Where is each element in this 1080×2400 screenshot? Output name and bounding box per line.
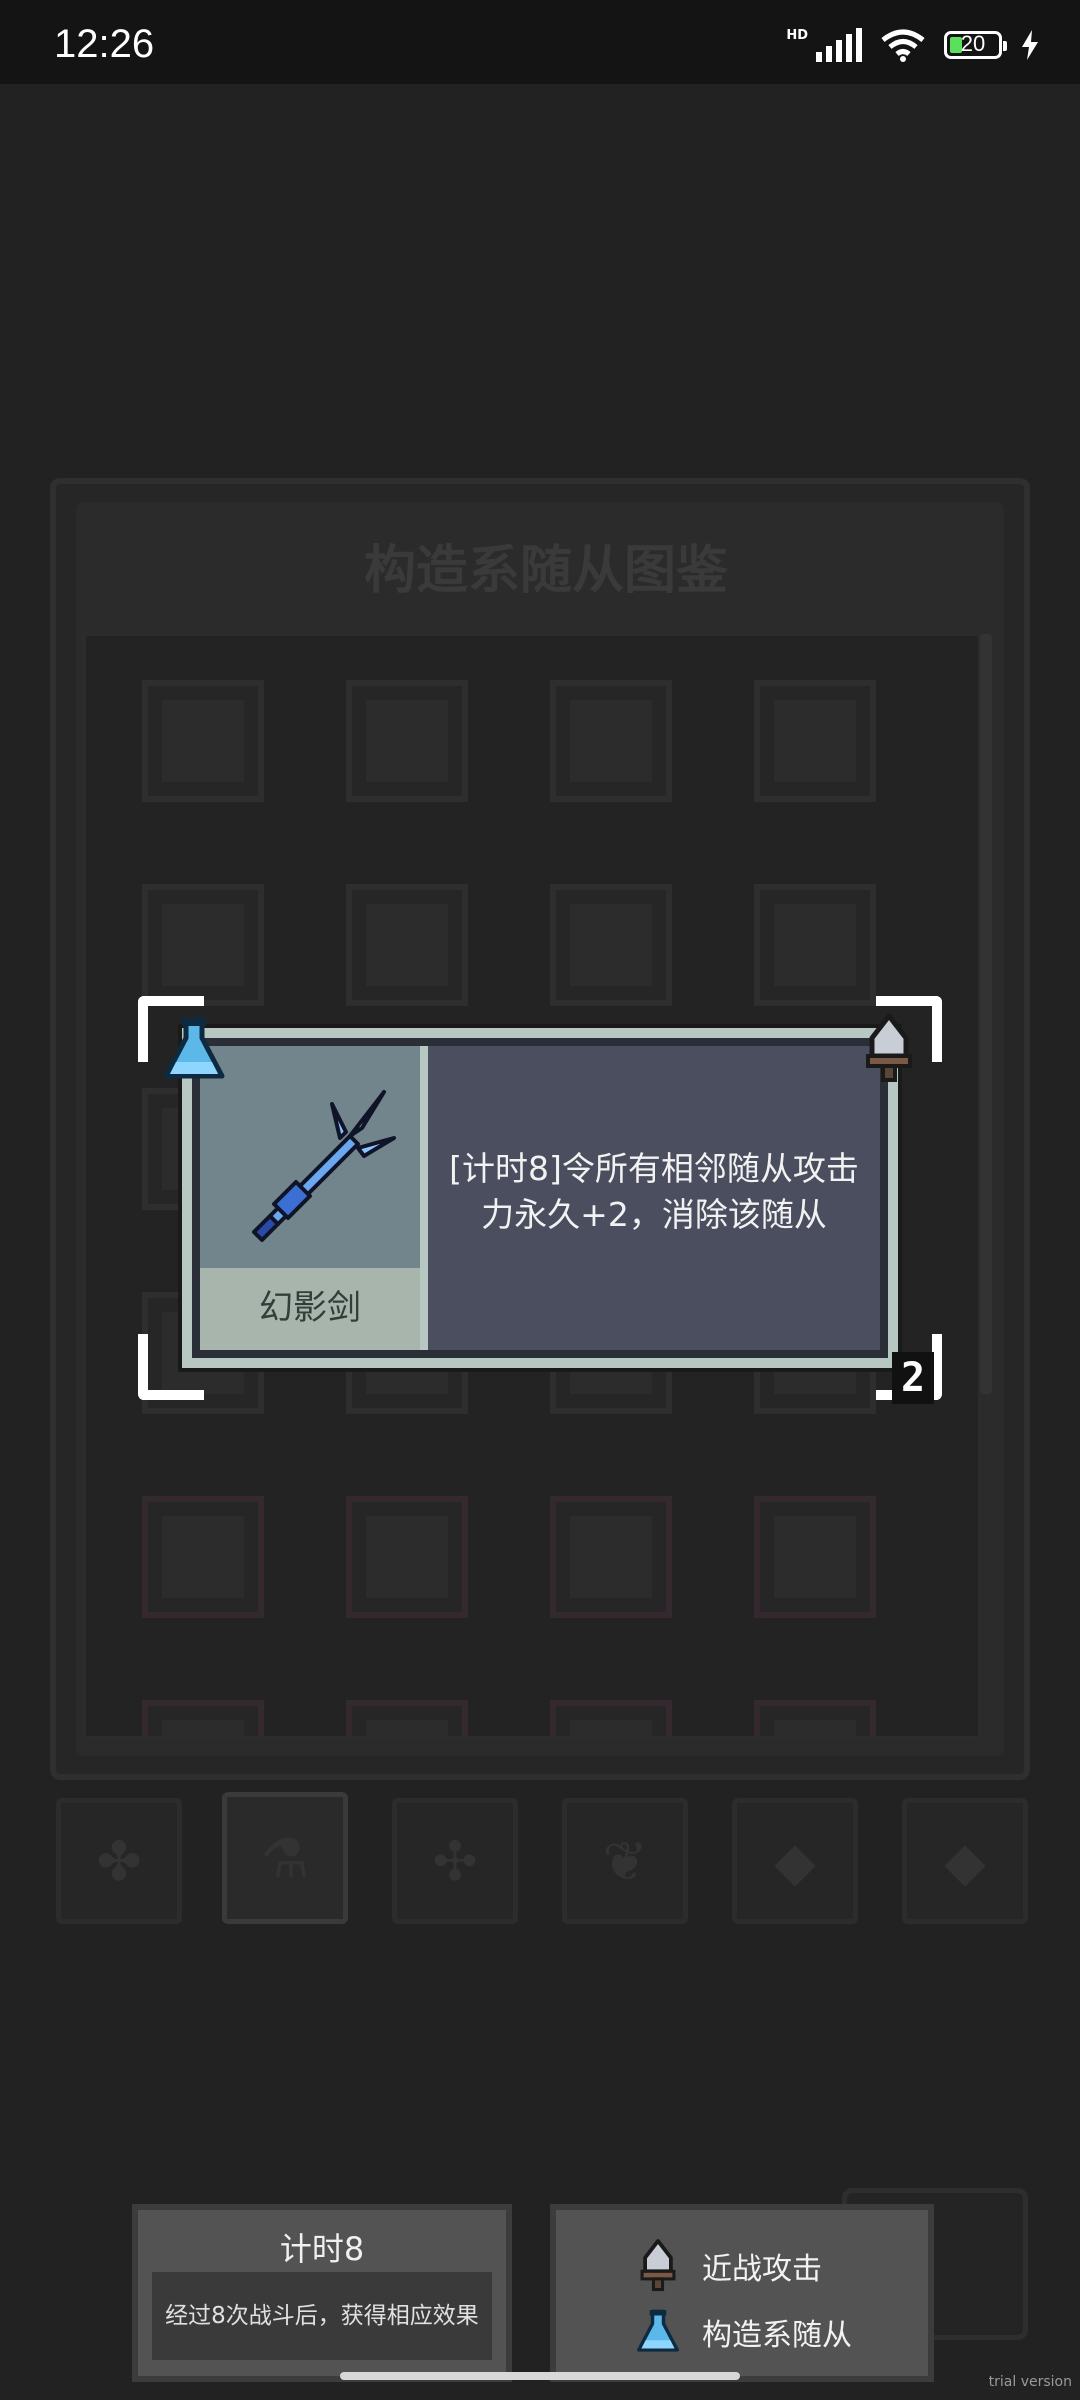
- fox-icon: ❦: [602, 1829, 648, 1893]
- flask-type-icon: [163, 1017, 225, 1079]
- tag-construct: 构造系随从: [636, 2306, 852, 2358]
- purple-gem-icon: ◆: [944, 1829, 986, 1893]
- tab-blue-gem[interactable]: ◆: [732, 1798, 858, 1924]
- tab-purple-gem[interactable]: ◆: [902, 1798, 1028, 1924]
- codex-slot[interactable]: [550, 680, 672, 802]
- tab-flask[interactable]: ⚗: [222, 1792, 348, 1924]
- codex-slot[interactable]: [142, 1700, 264, 1736]
- network-type: HD: [786, 28, 808, 43]
- flask-icon: [637, 2309, 679, 2352]
- tag-melee: 近战攻击: [636, 2238, 822, 2294]
- codex-slot[interactable]: [550, 1496, 672, 1618]
- codex-title: 构造系随从图鉴: [363, 541, 728, 601]
- codex-scrollbar[interactable]: [980, 634, 992, 1394]
- battery-level: 20: [960, 31, 986, 56]
- signal-icon: [816, 28, 862, 62]
- codex-slot[interactable]: [346, 1700, 468, 1736]
- status-time: 12:26: [54, 22, 155, 66]
- minion-description: [计时8]令所有相邻随从攻击力永久+2，消除该随从: [449, 1149, 859, 1234]
- keyword-panel: 计时8 经过8次战斗后，获得相应效果: [132, 2204, 512, 2382]
- wifi-icon: [881, 29, 925, 62]
- tab-clover[interactable]: ✤: [56, 1798, 182, 1924]
- minion-name: 幻影剑: [200, 1268, 420, 1350]
- card-divider: [420, 1046, 428, 1350]
- description-box: [计时8]令所有相邻随从攻击力永久+2，消除该随从: [428, 1046, 880, 1350]
- codex-slot[interactable]: [754, 680, 876, 802]
- sword-type-icon: [866, 1014, 912, 1082]
- gear-icon: ✣: [432, 1829, 478, 1893]
- codex-slot[interactable]: [346, 884, 468, 1006]
- sword-icon: [640, 2239, 676, 2292]
- minion-card[interactable]: 幻影剑 [计时8]令所有相邻随从攻击力永久+2，消除该随从: [178, 1024, 902, 1372]
- trial-watermark: trial version: [988, 2374, 1072, 2390]
- flask-icon: ⚗: [260, 1826, 310, 1890]
- codex-slot[interactable]: [754, 1700, 876, 1736]
- codex-slot[interactable]: [142, 680, 264, 802]
- tab-gear[interactable]: ✣: [392, 1798, 518, 1924]
- blue-gem-icon: ◆: [774, 1829, 816, 1893]
- tags-panel: 近战攻击 构造系随从: [550, 2204, 934, 2382]
- tab-fox[interactable]: ❦: [562, 1798, 688, 1924]
- status-icons: HD 20: [786, 28, 1040, 62]
- codex-slot[interactable]: [550, 884, 672, 1006]
- tag-label: 近战攻击: [702, 2252, 822, 2287]
- keyword-description: 经过8次战斗后，获得相应效果: [165, 2303, 479, 2329]
- codex-slot[interactable]: [142, 1496, 264, 1618]
- codex-slot[interactable]: [346, 680, 468, 802]
- keyword-description-box: 经过8次战斗后，获得相应效果: [152, 2272, 492, 2360]
- charging-icon: [1022, 30, 1038, 60]
- keyword-title: 计时8: [279, 2230, 365, 2268]
- card-frame: 幻影剑 [计时8]令所有相邻随从攻击力永久+2，消除该随从 2: [138, 996, 942, 1404]
- codex-slot[interactable]: [142, 884, 264, 1006]
- minion-portrait: [200, 1046, 420, 1268]
- phantom-sword-icon: [252, 1090, 396, 1242]
- card-body: 幻影剑 [计时8]令所有相邻随从攻击力永久+2，消除该随从: [192, 1038, 888, 1358]
- codex-slot[interactable]: [346, 1496, 468, 1618]
- codex-slot[interactable]: [754, 1496, 876, 1618]
- tag-label: 构造系随从: [702, 2318, 852, 2353]
- home-indicator[interactable]: [340, 2372, 740, 2380]
- rank-badge: 2: [892, 1352, 934, 1404]
- codex-slot[interactable]: [550, 1700, 672, 1736]
- status-bar: 12:26 HD 20: [0, 0, 1080, 84]
- clover-icon: ✤: [96, 1829, 142, 1893]
- battery-icon: 20: [944, 31, 1007, 59]
- codex-slot[interactable]: [754, 884, 876, 1006]
